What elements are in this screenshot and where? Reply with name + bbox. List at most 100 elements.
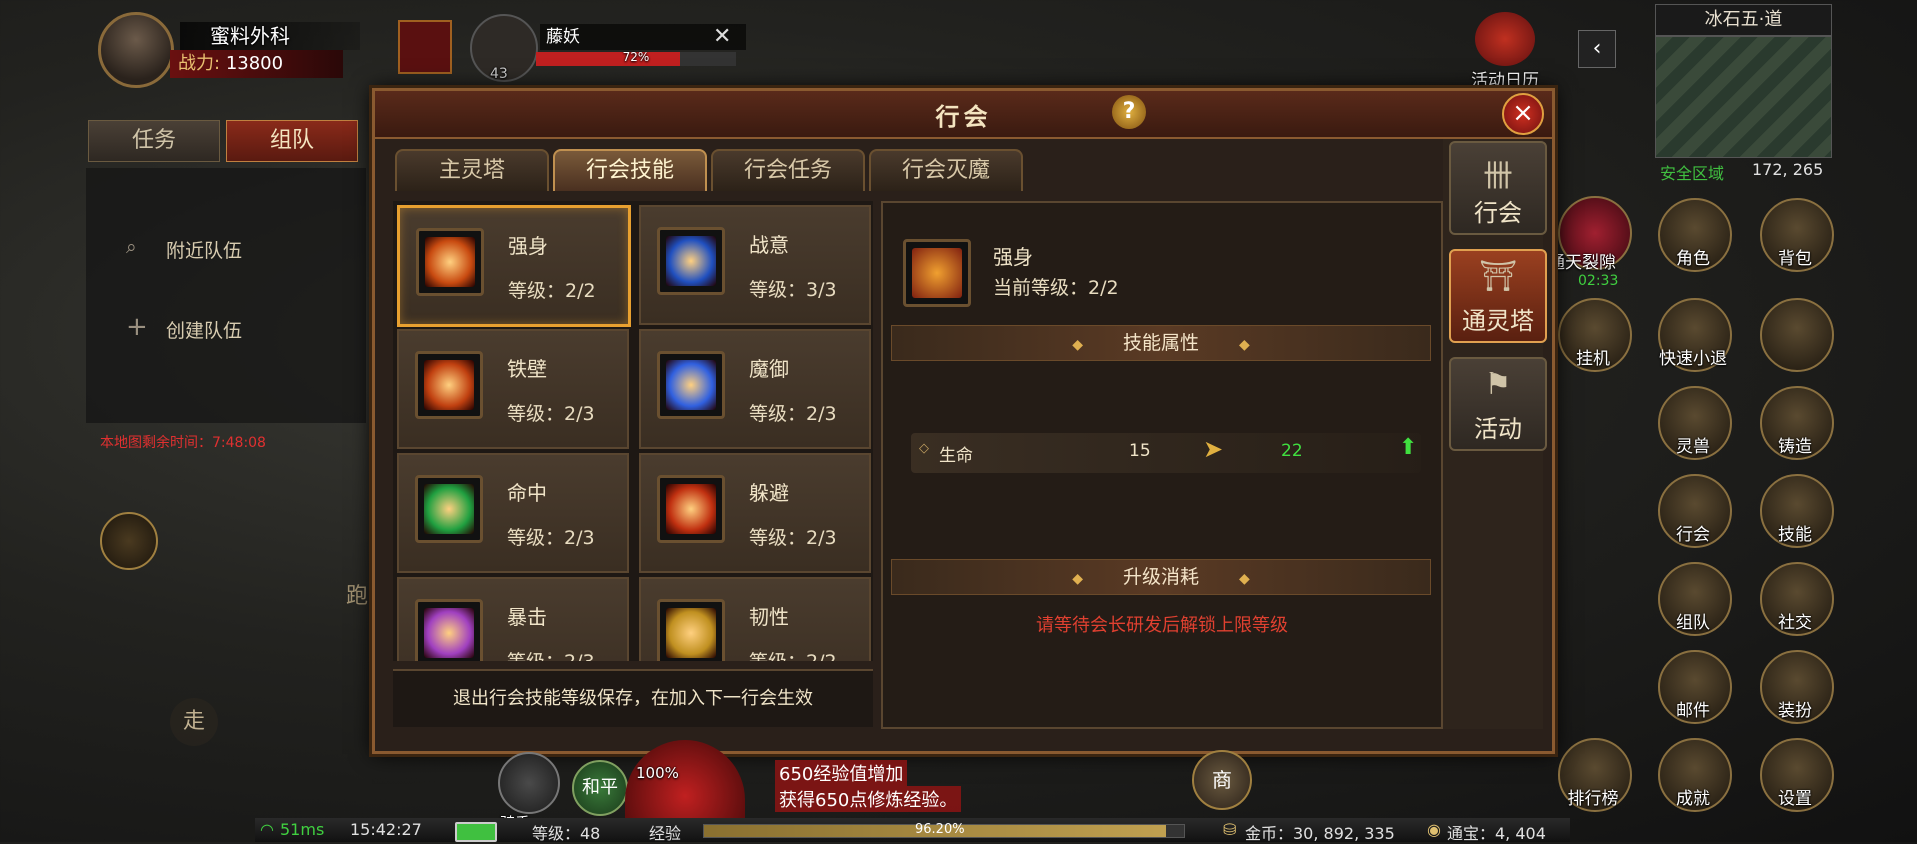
skill-level: 等级：3/3: [749, 279, 837, 301]
side-tab-label: 通灵塔: [1462, 307, 1534, 335]
guild-hall-icon: 卌: [1483, 159, 1513, 194]
customer-service-icon[interactable]: [100, 512, 158, 570]
detail-skill-name: 强身: [993, 245, 1033, 269]
player-level: 等级：48: [532, 824, 601, 843]
detail-current-level: 当前等级：2/2: [993, 277, 1119, 299]
tab-team[interactable]: 组队: [226, 120, 358, 162]
skills-grid: 强身 等级：2/2 战意 等级：3/3 铁壁 等级：2/3 魔御 等级：2/3 命中 等级：2/3…: [393, 201, 873, 661]
status-bar: ◠ 51ms 15:42:27 等级：48 经验 96.20% ⛁ 金币：30,…: [255, 818, 1570, 843]
skill-icon: [415, 475, 483, 543]
side-tab[interactable]: 卌行会: [1449, 141, 1547, 235]
close-button[interactable]: ×: [1502, 93, 1544, 135]
skill-icon: [657, 227, 725, 295]
combat-power: 战力: 13800: [170, 50, 343, 78]
tower-icon: ⛩: [1478, 259, 1518, 294]
target-level: 43: [490, 66, 508, 82]
skill-card[interactable]: 韧性等级：2/2: [639, 577, 871, 661]
attr-next-value: 22: [1281, 441, 1303, 461]
shop-button[interactable]: 商: [1192, 750, 1252, 810]
tab-main-tower[interactable]: 主灵塔: [395, 149, 549, 191]
collapse-arrow-icon[interactable]: ‹: [1578, 30, 1616, 68]
power-value: 13800: [225, 53, 284, 74]
side-tab-label: 活动: [1474, 415, 1522, 443]
clock: 15:42:27: [350, 820, 422, 839]
bullet-icon: ◇: [919, 441, 929, 456]
dialog-header: 行会 ? ×: [375, 91, 1552, 139]
skill-level: 等级：2/3: [507, 527, 595, 549]
skill-name: 命中: [507, 481, 547, 505]
map-coords: 172, 265: [1752, 160, 1824, 179]
player-name: 蜜料外科: [180, 22, 360, 50]
skill-level: 等级：2/3: [507, 403, 595, 425]
attr-current-value: 15: [1129, 441, 1151, 461]
activity-calendar-button[interactable]: 活动日历: [1465, 12, 1545, 91]
boss-bag-icon[interactable]: [398, 20, 452, 74]
walk-button[interactable]: 走: [170, 698, 218, 746]
nearby-team-button[interactable]: ⌕ 附近队伍: [126, 236, 243, 263]
mount-button[interactable]: [498, 752, 560, 814]
right-menu-label: 装扮: [1778, 701, 1812, 721]
run-button[interactable]: 跑: [346, 578, 368, 610]
peace-mode-button[interactable]: 和平: [572, 760, 628, 816]
dialog-title: 行会: [935, 103, 992, 131]
skill-detail-panel: 强身 当前等级：2/2 ◆ 技能属性 ◆ ◇ 生命 15 ➤ 22 ⬆ ◆ 升级消耗 ◆…: [881, 201, 1443, 729]
skill-strength-icon: [903, 239, 971, 307]
gold-icon: ⛁: [1223, 820, 1237, 839]
side-tab[interactable]: ⛩ 通灵塔: [1449, 249, 1547, 343]
rift-timer: 02:33: [1578, 273, 1619, 289]
skill-level: 等级：2/2: [749, 647, 837, 661]
coupon-amount: 通宝：4, 404: [1447, 824, 1546, 843]
diamond-icon: ◆: [1239, 571, 1250, 587]
skill-card[interactable]: 魔御 等级：2/3: [639, 329, 871, 449]
more-icon[interactable]: [1760, 298, 1834, 372]
arrow-up-icon: ⬆: [1399, 435, 1418, 460]
skill-card[interactable]: 躲避 等级：2/3: [639, 453, 871, 573]
ping: 51ms: [280, 820, 325, 839]
skill-icon: [415, 599, 483, 661]
right-menu-label: 挂机: [1576, 349, 1610, 369]
create-team-label: 创建队伍: [166, 320, 243, 342]
exp-percent: 96.20%: [915, 822, 965, 837]
right-menu-label: 角色: [1676, 249, 1710, 269]
right-menu-label: 铸造: [1778, 437, 1812, 457]
skill-name: 魔御: [749, 357, 789, 381]
help-button[interactable]: ?: [1112, 95, 1146, 129]
right-menu-label: 灵兽: [1676, 437, 1710, 457]
close-icon[interactable]: ✕: [713, 24, 731, 49]
dialog-side-tabs: 卌行会 ⛩ 通灵塔 ⚑ 活动: [1443, 139, 1547, 729]
right-menu-label: 技能: [1778, 525, 1812, 545]
skill-card[interactable]: 铁壁 等级：2/3: [397, 329, 629, 449]
exp-label: 经验: [649, 824, 682, 843]
attr-section-title: 技能属性: [1122, 332, 1199, 354]
map-title: 冰石五·道: [1655, 4, 1832, 36]
skill-name: 战意: [749, 233, 789, 257]
gold-amount: 金币：30, 892, 335: [1245, 824, 1395, 843]
minimap[interactable]: [1655, 36, 1832, 158]
tab-guild-skills[interactable]: 行会技能: [553, 149, 707, 191]
tab-guild-tasks[interactable]: 行会任务: [711, 149, 865, 191]
skill-card[interactable]: 暴击等级：2/3: [397, 577, 629, 661]
cost-section-header: ◆ 升级消耗 ◆: [891, 559, 1431, 595]
skill-icon: [657, 351, 725, 419]
skill-level: 等级：2/3: [749, 527, 837, 549]
skill-name: 强身: [508, 234, 548, 258]
right-menu-label: 组队: [1676, 613, 1710, 633]
coupon-icon: ◉: [1427, 820, 1441, 839]
skill-name: 暴击: [507, 605, 547, 629]
unlock-note: 请等待会长研发后解锁上限等级: [1036, 615, 1288, 636]
tab-guild-demon[interactable]: 行会灭魔: [869, 149, 1023, 191]
nearby-team-label: 附近队伍: [166, 240, 243, 262]
guild-dialog: 行会 ? × 主灵塔 行会技能 行会任务 行会灭魔 强身 等级：2/2 战意 等级：3…: [372, 88, 1555, 754]
player-avatar[interactable]: [98, 12, 174, 88]
hp-percent: 100%: [636, 764, 679, 782]
create-team-button[interactable]: + 创建队伍: [126, 312, 243, 343]
skill-card[interactable]: 战意等级：3/3: [639, 205, 871, 325]
exp-message: 获得650点修炼经验。: [775, 786, 962, 812]
power-label: 战力:: [178, 53, 221, 74]
side-tab[interactable]: ⚑ 活动: [1449, 357, 1547, 451]
right-menu-label: 背包: [1778, 249, 1812, 269]
skill-card[interactable]: 强身 等级：2/2: [397, 205, 631, 327]
attr-name: 生命: [939, 446, 973, 466]
tab-task[interactable]: 任务: [88, 120, 220, 162]
skill-card[interactable]: 命中等级：2/3: [397, 453, 629, 573]
